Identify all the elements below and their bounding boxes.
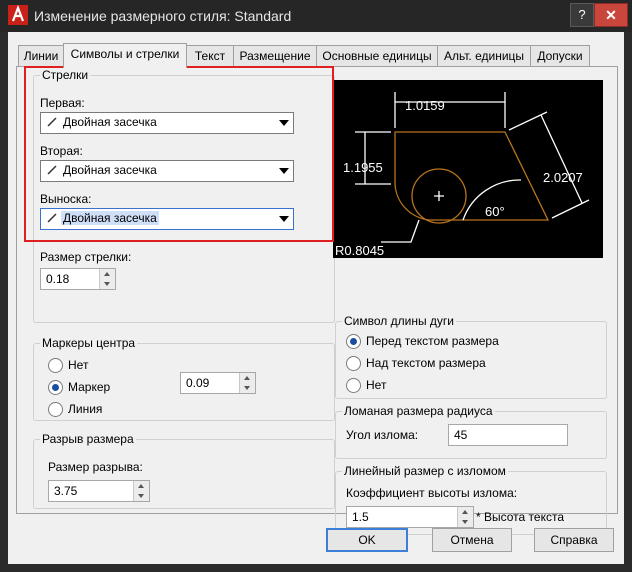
arrow-size-label: Размер стрелки: (40, 250, 132, 264)
arc-length-group-title: Символ длины дуги (342, 314, 456, 328)
highlight-box (24, 66, 334, 242)
ok-button[interactable]: OK (326, 528, 408, 552)
dim-break-group-title: Разрыв размера (40, 432, 136, 446)
tab-fit[interactable]: Размещение (233, 45, 317, 66)
arc-above-label: Над текстом размера (366, 356, 486, 370)
jog-angle-label: Угол излома: (346, 428, 419, 442)
center-mark-label: Маркер (68, 380, 111, 394)
text-height-suffix: * Высота текста (476, 510, 565, 524)
dimension-preview-drawing: 1.0159 1.1955 2.0207 60° R0.8045 (335, 92, 590, 258)
spin-down-icon[interactable] (240, 383, 255, 393)
part-outline (394, 131, 550, 221)
help-button[interactable]: Справка (534, 528, 614, 552)
center-mark-icon (434, 191, 444, 201)
spin-down-icon[interactable] (134, 491, 149, 501)
center-marks-group: Маркеры центра Нет Маркер Линия 0.09 (33, 336, 335, 421)
autocad-logo-icon (8, 5, 28, 25)
arrow-size-value: 0.18 (46, 272, 70, 286)
center-mark-size-stepper[interactable]: 0.09 (180, 372, 256, 394)
arc-none-label: Нет (366, 378, 387, 392)
center-line-radio[interactable] (48, 402, 63, 417)
arrow-size-stepper[interactable]: 0.18 (40, 268, 116, 290)
center-mark-size-value: 0.09 (186, 376, 210, 390)
jog-height-stepper[interactable]: 1.5 (346, 506, 474, 528)
question-icon: ? (578, 7, 586, 22)
close-icon: ✕ (605, 7, 617, 23)
center-mark-radio[interactable] (48, 380, 63, 395)
tab-symbols-arrows[interactable]: Символы и стрелки (63, 43, 187, 68)
break-size-stepper[interactable]: 3.75 (48, 480, 150, 502)
arc-length-group: Символ длины дуги Перед текстом размера … (335, 314, 607, 399)
arc-none-radio[interactable] (346, 378, 361, 393)
dim-right-label: 2.0207 (543, 170, 583, 185)
dim-break-group: Разрыв размера Размер разрыва: 3.75 (33, 432, 335, 509)
jog-height-value: 1.5 (352, 510, 369, 524)
help-titlebar-button[interactable]: ? (570, 3, 594, 27)
tab-primary-units[interactable]: Основные единицы (316, 45, 438, 66)
tab-alternate-units[interactable]: Альт. единицы (437, 45, 531, 66)
dialog-window: Изменение размерного стиля: Standard ? ✕… (0, 0, 632, 572)
spin-buttons (457, 507, 473, 527)
dim-top-label: 1.0159 (405, 98, 445, 113)
break-size-label: Размер разрыва: (48, 460, 143, 474)
arc-before-label: Перед текстом размера (366, 334, 499, 348)
center-none-label: Нет (68, 358, 89, 372)
linear-jog-group: Линейный размер с изломом Коэффициент вы… (335, 464, 607, 535)
tab-lines[interactable]: Линии (18, 45, 64, 66)
radius-jog-group: Ломаная размера радиуса Угол излома: 45 (335, 404, 607, 459)
jog-angle-input[interactable]: 45 (448, 424, 568, 446)
radius-leader (381, 219, 420, 243)
spin-down-icon[interactable] (458, 517, 473, 527)
spin-down-icon[interactable] (100, 279, 115, 289)
preview-pane: 1.0159 1.1955 2.0207 60° R0.8045 (333, 80, 603, 258)
tab-tolerances[interactable]: Допуски (530, 45, 590, 66)
arc-above-radio[interactable] (346, 356, 361, 371)
cancel-button[interactable]: Отмена (432, 528, 512, 552)
center-line-label: Линия (68, 402, 103, 416)
linear-jog-group-title: Линейный размер с изломом (342, 464, 508, 478)
break-size-value: 3.75 (54, 484, 78, 498)
jog-height-label: Коэффициент высоты излома: (346, 486, 518, 500)
spin-buttons (239, 373, 255, 393)
spin-buttons (99, 269, 115, 289)
center-none-radio[interactable] (48, 358, 63, 373)
radius-jog-group-title: Ломаная размера радиуса (342, 404, 495, 418)
jog-angle-value: 45 (454, 428, 468, 442)
center-marks-group-title: Маркеры центра (40, 336, 138, 350)
tab-text[interactable]: Текст (186, 45, 234, 66)
dim-radius-label: R0.8045 (335, 243, 384, 258)
title-bar[interactable]: Изменение размерного стиля: Standard ? ✕ (0, 0, 632, 32)
dim-left-label: 1.1955 (343, 160, 383, 175)
window-title: Изменение размерного стиля: Standard (34, 8, 292, 24)
spin-buttons (133, 481, 149, 501)
arc-before-radio[interactable] (346, 334, 361, 349)
left-dimension-lines (355, 131, 391, 185)
close-button[interactable]: ✕ (594, 3, 628, 27)
dim-angle-label: 60° (485, 204, 505, 219)
